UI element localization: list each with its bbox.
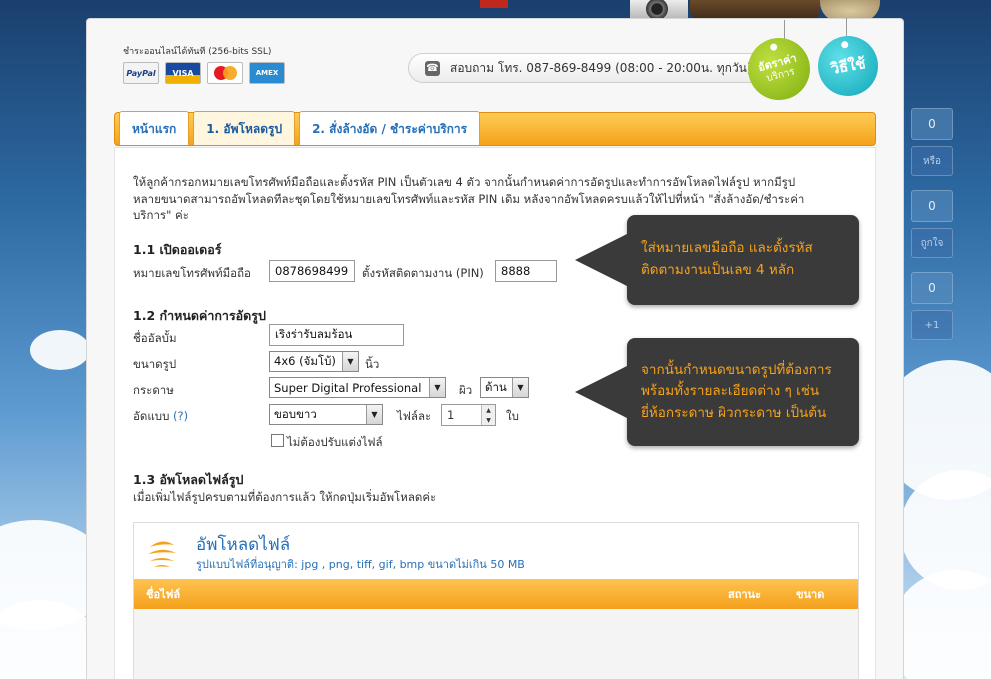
like-count: 0 xyxy=(911,190,953,222)
paypal-logo: PayPal xyxy=(123,62,159,84)
per-file-value: 1 xyxy=(447,408,455,422)
print-label-text: อัดแบบ xyxy=(133,409,170,423)
upload-logo-icon xyxy=(148,541,176,567)
chevron-down-icon: ▼ xyxy=(366,405,382,424)
cloud xyxy=(890,570,991,679)
print-label: อัดแบบ (?) xyxy=(133,408,188,426)
col-filename: ชื่อไฟล์ xyxy=(146,588,181,601)
stepper-down-icon[interactable]: ▼ xyxy=(482,415,495,425)
intro-line: ให้ลูกค้ากรอกหมายเลขโทรศัพท์มือถือและตั้… xyxy=(133,175,796,189)
tooltip-line: ติดตามงานเป็นเลข 4 หลัก xyxy=(641,262,795,278)
visa-logo: VISA xyxy=(165,62,201,84)
bag-image xyxy=(690,0,820,20)
per-file-stepper[interactable]: 1 ▲ ▼ xyxy=(441,404,496,426)
tooltip-phone-pin: ใส่หมายเลขมือถือ และตั้งรหัส ติดตามงานเป… xyxy=(575,215,859,305)
upload-box-title: อัพโหลดไฟล์ xyxy=(196,535,291,555)
size-label: ขนาดรูป xyxy=(133,357,177,371)
print-help-link[interactable]: (?) xyxy=(173,409,188,423)
how-to-label: วิธีใช้ xyxy=(829,53,867,78)
contact-bar: ☎ สอบถาม โทร. 087-869-8499 (08:00 - 20:0… xyxy=(408,53,788,83)
intro-line: หลายขนาดสามารถอัพโหลดทีละชุดโดยใช้หมายเล… xyxy=(133,191,805,206)
upload-description: เมื่อเพิ่มไฟล์รูปครบตามที่ต้องการแล้ว ให… xyxy=(133,490,437,504)
cloud xyxy=(30,330,90,370)
size-select[interactable]: 4x6 (จัมโบ้) ▼ xyxy=(269,351,359,372)
tab-home[interactable]: หน้าแรก xyxy=(119,111,190,145)
contact-text: สอบถาม โทร. 087-869-8499 (08:00 - 20:00น… xyxy=(450,60,752,75)
stepper-up-icon[interactable]: ▲ xyxy=(482,405,495,415)
surface-select-value: ด้าน xyxy=(485,379,507,394)
col-size: ขนาด xyxy=(796,588,825,601)
album-input[interactable] xyxy=(269,324,404,346)
share-count: 0 xyxy=(911,108,953,140)
upload-box-subtitle: รูปแบบไฟล์ที่อนุญาติ: jpg , png, tiff, g… xyxy=(196,558,525,571)
order-section-title: 1.1 เปิดออเดอร์ xyxy=(133,242,222,257)
per-file-label: ไฟล์ละ xyxy=(397,409,432,423)
file-table-header: ชื่อไฟล์ สถานะ ขนาด xyxy=(134,579,858,609)
surface-label: ผิว xyxy=(459,383,473,397)
tag-string xyxy=(784,20,785,40)
tooltip-line: จากนั้นกำหนดขนาดรูปที่ต้องการ xyxy=(641,361,832,378)
phone-icon: ☎ xyxy=(425,60,440,76)
settings-section-title: 1.2 กำหนดค่าการอัดรูป xyxy=(133,308,266,323)
phone-input[interactable] xyxy=(269,260,355,282)
plusone-button[interactable]: +1 xyxy=(911,310,953,340)
col-status: สถานะ xyxy=(728,588,761,601)
tab-upload[interactable]: 1. อัพโหลดรูป xyxy=(193,111,296,145)
upload-section-title: 1.3 อัพโหลดไฟล์รูป xyxy=(133,472,244,487)
payment-methods: ชำระออนไลน์ได้ทันที (256-bits SSL) PayPa… xyxy=(123,44,285,84)
size-select-value: 4x6 (จัมโบ้) xyxy=(274,353,336,368)
pin-input[interactable] xyxy=(495,260,557,282)
red-prop-image xyxy=(480,0,508,8)
no-adjust-checkbox[interactable] xyxy=(271,434,284,447)
chevron-down-icon: ▼ xyxy=(512,378,528,397)
paper-label: กระดาษ xyxy=(133,383,174,397)
file-list[interactable] xyxy=(134,609,858,679)
paper-select[interactable]: Super Digital Professional ▼ xyxy=(269,377,446,398)
tooltip-line: พร้อมทั้งรายละเอียดต่าง ๆ เช่น xyxy=(641,383,820,400)
album-label: ชื่ออัลบั้ม xyxy=(133,331,177,345)
amex-logo: AMEX xyxy=(249,62,285,84)
chevron-down-icon: ▼ xyxy=(342,352,358,371)
tabs-bar: หน้าแรก 1. อัพโหลดรูป 2. สั่งล้างอัด / ช… xyxy=(114,111,876,146)
pin-label: ตั้งรหัสติดตามงาน (PIN) xyxy=(362,266,484,280)
no-adjust-label: ไม่ต้องปรับแต่งไฟล์ xyxy=(287,435,383,449)
per-file-unit: ใบ xyxy=(506,409,519,423)
tab-order-payment[interactable]: 2. สั่งล้างอัด / ชำระค่าบริการ xyxy=(299,111,481,145)
tooltip-line: ยี่ห้อกระดาษ ผิวกระดาษ เป็นต้น xyxy=(641,404,827,421)
size-unit: นิ้ว xyxy=(365,357,380,371)
tooltip-print-settings: จากนั้นกำหนดขนาดรูปที่ต้องการ พร้อมทั้งร… xyxy=(575,338,859,446)
like-button[interactable]: ถูกใจ xyxy=(911,228,953,258)
social-share-2: 0 ถูกใจ xyxy=(911,190,953,258)
upload-widget: อัพโหลดไฟล์ รูปแบบไฟล์ที่อนุญาติ: jpg , … xyxy=(133,522,859,679)
tooltip-line: ใส่หมายเลขมือถือ และตั้งรหัส xyxy=(641,240,813,257)
paper-select-value: Super Digital Professional xyxy=(274,380,422,395)
mastercard-logo xyxy=(207,62,243,84)
plusone-count: 0 xyxy=(911,272,953,304)
print-select[interactable]: ขอบขาว ▼ xyxy=(269,404,383,425)
social-share-1: 0 หรือ xyxy=(911,108,953,176)
phone-label: หมายเลขโทรศัพท์มือถือ xyxy=(133,266,251,280)
payment-label: ชำระออนไลน์ได้ทันที (256-bits SSL) xyxy=(123,47,272,57)
social-share-3: 0 +1 xyxy=(911,272,953,340)
print-select-value: ขอบขาว xyxy=(274,406,317,421)
share-button[interactable]: หรือ xyxy=(911,146,953,176)
surface-select[interactable]: ด้าน ▼ xyxy=(480,377,529,398)
chevron-down-icon: ▼ xyxy=(429,378,445,397)
